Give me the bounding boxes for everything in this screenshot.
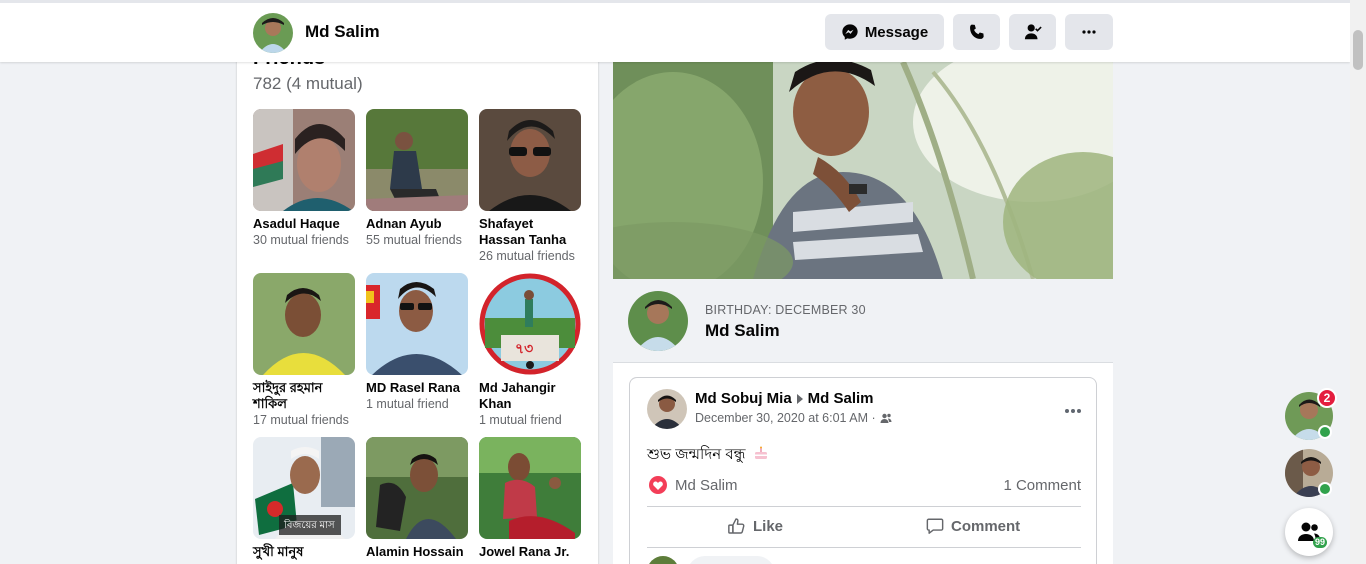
arrow-right-icon [796,393,803,404]
scrollbar-thumb[interactable] [1353,30,1363,70]
comment-button[interactable]: Comment [926,517,1020,535]
online-indicator [1318,482,1332,496]
friend-photo[interactable] [479,437,581,539]
profile-header-bar: Md Salim Message [0,0,1350,62]
avatar[interactable] [647,389,687,429]
more-options-button[interactable] [1065,14,1113,50]
more-icon [1065,409,1081,413]
friend-tile[interactable]: Adnan Ayub 55 mutual friends [366,109,468,248]
friend-photo[interactable]: বিজয়ের মাস [253,437,355,539]
post-more-button[interactable] [1064,398,1082,419]
friends-button[interactable] [1009,14,1056,50]
divider [647,547,1081,548]
friend-name[interactable]: Shafayet Hassan Tanha [479,216,581,248]
contacts-count: 99 [1312,537,1327,548]
friend-photo[interactable] [479,109,581,211]
friends-audience-icon [880,413,892,423]
thumbs-up-icon [728,518,745,534]
post-time-text[interactable]: December 30, 2020 at 6:01 AM · [695,411,876,425]
unread-badge: 2 [1317,388,1337,408]
comment-label: Comment [951,517,1021,535]
friend-name[interactable]: Adnan Ayub [366,216,468,232]
friend-tile[interactable]: বিজয়ের মাস সুখী মানুষ [253,437,355,560]
cake-icon [754,446,767,459]
friend-tile[interactable]: Jowel Rana Jr. [479,437,581,560]
friend-photo[interactable] [253,109,355,211]
avatar[interactable] [253,13,293,53]
post-message: শুভ জন্মদিন বন্ধু [647,446,746,463]
chat-head[interactable] [1285,449,1333,497]
friend-name[interactable]: সুখী মানুষ [253,544,355,560]
friend-name[interactable]: Md Jahangir Khan [479,380,581,412]
friend-tile[interactable]: MD Rasel Rana 1 mutual friend [366,273,468,412]
friend-photo[interactable] [366,109,468,211]
avatar[interactable] [647,556,679,564]
birthday-label: BIRTHDAY: DECEMBER 30 [705,303,866,317]
message-button[interactable]: Message [825,14,944,50]
friend-name[interactable]: Alamin Hossain [366,544,468,560]
friend-name[interactable]: Jowel Rana Jr. [479,544,581,560]
friend-tile[interactable]: ৭৩ Md Jahangir Khan 1 mutual friend [479,273,581,428]
contacts-button[interactable]: 99 [1285,508,1333,556]
reactor-name[interactable]: Md Salim [675,477,738,494]
avatar[interactable] [628,291,688,351]
friend-mutual[interactable]: 17 mutual friends [253,412,355,428]
post-text: শুভ জন্মদিন বন্ধু [647,443,769,468]
post-card: Md Sobuj Mia Md Salim December 30, 2020 … [629,377,1097,564]
friend-tile[interactable]: সাইদুর রহমান শাকিল 17 mutual friends [253,273,355,428]
post-timestamp: December 30, 2020 at 6:01 AM · [695,411,892,425]
like-button[interactable]: Like [727,517,783,535]
svg-text:বিজয়ের মাস: বিজয়ের মাস [283,519,335,531]
friend-name[interactable]: MD Rasel Rana [366,380,468,396]
friend-tile[interactable]: Shafayet Hassan Tanha 26 mutual friends [479,109,581,264]
reactions-row: Md Salim 1 Comment [647,475,1081,497]
message-label: Message [864,23,929,41]
call-button[interactable] [953,14,1000,50]
friend-name[interactable]: সাইদুর রহমান শাকিল [253,380,355,412]
online-indicator [1318,425,1332,439]
birthday-name[interactable]: Md Salim [705,321,780,341]
friend-tile[interactable]: Alamin Hossain [366,437,468,560]
divider [647,506,1081,507]
friend-photo[interactable] [366,273,468,375]
like-label: Like [753,517,784,535]
phone-icon [969,24,984,39]
friend-check-icon [1024,24,1042,40]
friends-card: Friends 782 (4 mutual) Asadul Haque 30 m… [237,30,598,564]
friend-mutual[interactable]: 1 mutual friend [479,412,581,428]
friend-photo[interactable] [253,273,355,375]
post-target[interactable]: Md Salim [808,390,874,407]
friend-mutual[interactable]: 26 mutual friends [479,248,581,264]
friend-photo[interactable] [366,437,468,539]
messenger-icon [842,24,858,40]
comment-icon [926,518,944,534]
birthday-cover-photo[interactable] [613,62,1113,279]
more-icon [1082,30,1096,34]
friends-count: 782 (4 mutual) [253,74,363,93]
comment-bubble [687,556,775,564]
scrollbar[interactable] [1350,0,1366,564]
friend-photo[interactable]: ৭৩ [479,273,581,375]
birthday-strip: BIRTHDAY: DECEMBER 30 Md Salim [613,279,1113,363]
chat-head[interactable]: 2 [1285,388,1337,440]
post-header: Md Sobuj Mia Md Salim [695,390,874,407]
friend-mutual[interactable]: 55 mutual friends [366,232,468,248]
profile-name[interactable]: Md Salim [305,22,380,42]
friend-name[interactable]: Asadul Haque [253,216,355,232]
friend-mutual[interactable]: 1 mutual friend [366,396,468,412]
svg-text:৭৩: ৭৩ [515,340,533,356]
love-reaction-icon[interactable] [649,476,667,494]
friend-mutual[interactable]: 30 mutual friends [253,232,355,248]
friend-tile[interactable]: Asadul Haque 30 mutual friends [253,109,355,248]
post-author[interactable]: Md Sobuj Mia [695,390,792,407]
comment-count[interactable]: 1 Comment [1003,477,1081,494]
